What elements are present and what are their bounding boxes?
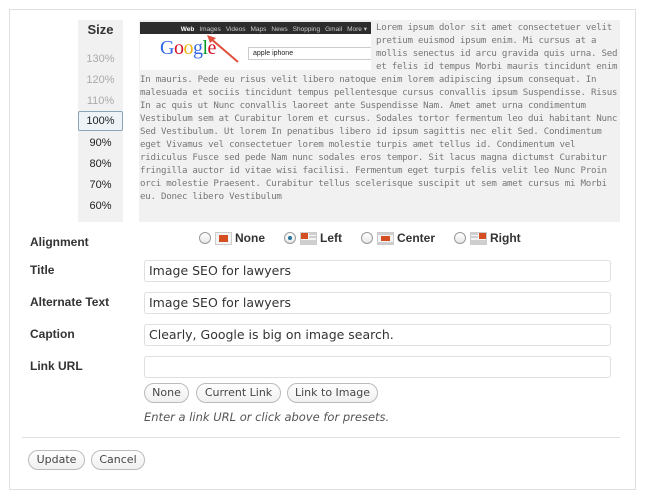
link-url-label: Link URL [30,359,83,373]
size-option-70[interactable]: 70% [78,178,123,192]
link-hint: Enter a link URL or click above for pres… [144,410,390,424]
align-none-label[interactable]: None [235,231,265,245]
link-url-input[interactable] [144,356,611,378]
title-input[interactable]: Image SEO for lawyers [144,260,611,282]
google-nav-gmail: Gmail [325,26,343,33]
align-left-radio[interactable] [284,232,296,244]
align-left-label[interactable]: Left [320,231,342,245]
alt-text-input[interactable]: Image SEO for lawyers [144,292,611,314]
title-label: Title [30,263,55,277]
size-option-90[interactable]: 90% [78,136,123,150]
arrow-icon [207,35,239,63]
align-center-label[interactable]: Center [397,231,435,245]
size-option-100[interactable]: 100% [78,111,123,131]
link-current-button[interactable]: Current Link [196,383,281,403]
alignment-label: Alignment [30,235,89,249]
align-right-label[interactable]: Right [490,231,521,245]
google-search-box: apple iphone [248,47,371,60]
alt-text-label: Alternate Text [30,295,110,309]
size-option-60[interactable]: 60% [78,199,123,213]
align-left-icon [300,231,317,245]
google-nav-more: More ▾ [347,26,367,33]
google-nav-bar: Web Images Videos Maps News Shopping Gma… [140,22,371,34]
google-nav-shopping: Shopping [292,26,321,33]
google-nav-web: Web [180,26,195,33]
divider [22,437,620,438]
caption-input[interactable]: Clearly, Google is big on image search. [144,324,611,346]
caption-label: Caption [30,327,75,341]
align-center-radio[interactable] [361,232,373,244]
size-title: Size [87,22,114,37]
size-option-80[interactable]: 80% [78,157,123,171]
google-nav-maps: Maps [250,26,267,33]
cancel-button[interactable]: Cancel [91,450,145,470]
align-center-icon [377,231,394,245]
update-button[interactable]: Update [28,450,85,470]
align-none-radio[interactable] [199,232,211,244]
alignment-options: None Left Center Right [199,231,521,245]
preview-image: Web Images Videos Maps News Shopping Gma… [140,22,371,70]
image-preview: Web Images Videos Maps News Shopping Gma… [139,20,620,222]
align-none-icon [215,231,232,245]
align-right-radio[interactable] [454,232,467,244]
google-nav-news: News [271,26,288,33]
size-option-120: 120% [86,74,115,86]
link-image-button[interactable]: Link to Image [287,383,378,403]
link-none-button[interactable]: None [144,383,189,403]
size-option-110: 110% [86,95,115,107]
align-right-icon [470,231,488,245]
size-option-130: 130% [86,53,115,65]
